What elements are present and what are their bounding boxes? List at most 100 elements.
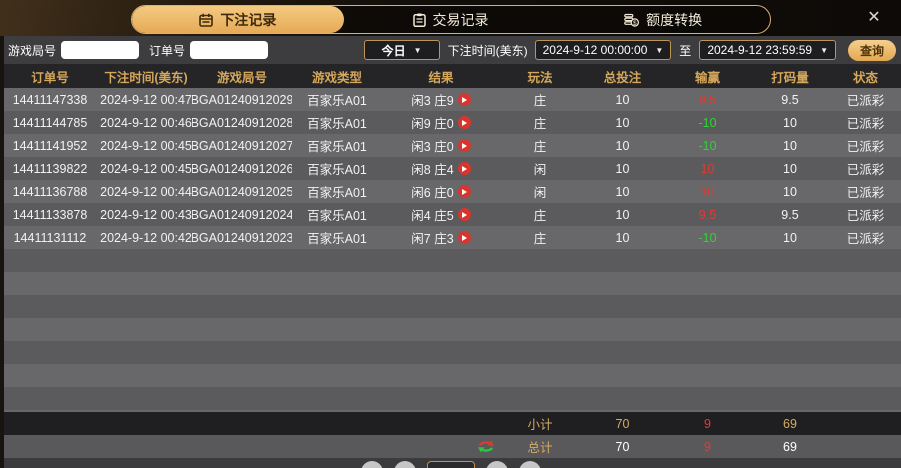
cell-order: 14411147338 <box>12 92 88 107</box>
play-video-icon[interactable] <box>457 162 471 175</box>
chevron-down-icon: ▼ <box>820 45 828 55</box>
tab-label: 额度转换 <box>646 11 703 28</box>
total-bet: 70 <box>615 439 630 454</box>
chevron-down-icon: ▼ <box>413 45 422 55</box>
cell-round: BGA01240912027 <box>192 138 292 153</box>
cell-order: 14411139822 <box>12 161 88 176</box>
cell-result: 闲6 庄0 <box>382 180 500 203</box>
cell-total-bet: 10 <box>615 115 630 130</box>
tab-transaction-records[interactable]: 交易记录 <box>344 6 557 33</box>
bet-records-modal: 下注记录 交易记录 $ 额度转换 ✕ 游戏局号 订单号 今日 ▼ 下注时间(美东… <box>0 0 901 468</box>
page-number-input[interactable] <box>426 461 475 468</box>
cell-result: 闲3 庄0 <box>382 134 500 157</box>
total-winloss: 9 <box>704 439 711 454</box>
cell-play: 闲 <box>533 163 547 177</box>
cell-game-type: 百家乐A01 <box>307 163 367 177</box>
col-header-total-bet: 总投注 <box>603 70 642 85</box>
filter-bar: 游戏局号 订单号 今日 ▼ 下注时间(美东) 2024-9-12 00:00:0… <box>0 36 901 64</box>
cell-time: 2024-9-12 00:43 <box>100 207 192 222</box>
play-video-icon[interactable] <box>457 93 471 106</box>
subtotal-winloss: 9 <box>704 416 711 431</box>
top-tab-bar: 下注记录 交易记录 $ 额度转换 ✕ <box>0 0 901 36</box>
cell-game-type: 百家乐A01 <box>307 186 367 200</box>
result-text: 闲7 庄3 <box>411 232 454 246</box>
cell-turnover: 10 <box>783 184 797 199</box>
cell-order: 14411141952 <box>12 138 88 153</box>
refresh-icon[interactable] <box>478 439 494 454</box>
tab-label: 交易记录 <box>432 11 489 28</box>
prev-page-button[interactable] <box>393 461 416 468</box>
col-header-round: 游戏局号 <box>216 70 267 85</box>
cell-turnover: 10 <box>783 161 797 176</box>
query-button[interactable]: 查询 <box>848 39 896 61</box>
cell-round: BGA01240912029 <box>192 92 292 107</box>
cell-status: 已派彩 <box>846 186 885 200</box>
col-header-order: 订单号 <box>31 70 69 85</box>
table-empty-area <box>0 249 901 412</box>
tab-label: 下注记录 <box>220 11 277 28</box>
col-header-turnover: 打码量 <box>771 70 809 85</box>
subtotal-label: 小计 <box>527 418 553 432</box>
result-text: 闲9 庄0 <box>411 117 454 131</box>
cell-total-bet: 10 <box>615 92 630 107</box>
calendar-icon <box>199 13 214 27</box>
last-page-button[interactable] <box>518 461 541 468</box>
cell-time: 2024-9-12 00:45 <box>100 138 192 153</box>
tab-credit-conversion[interactable]: $ 额度转换 <box>557 6 770 33</box>
result-text: 闲3 庄9 <box>411 94 454 108</box>
cell-round: BGA01240912024 <box>192 207 292 222</box>
cell-total-bet: 10 <box>615 161 630 176</box>
cell-play: 庄 <box>533 209 547 223</box>
start-time-select[interactable]: 2024-9-12 00:00:00 ▼ <box>534 40 672 60</box>
play-video-icon[interactable] <box>457 208 471 221</box>
play-video-icon[interactable] <box>457 231 471 244</box>
table-row: 14411131112 2024-9-12 00:42 BGA01240912023… <box>0 226 901 249</box>
cell-round: BGA01240912023 <box>192 230 292 245</box>
cell-win-loss: 9.5 <box>698 207 717 222</box>
col-header-winloss: 输赢 <box>694 70 720 85</box>
cell-game-type: 百家乐A01 <box>307 209 367 223</box>
cell-game-type: 百家乐A01 <box>307 117 367 131</box>
cell-game-type: 百家乐A01 <box>307 140 367 154</box>
cell-turnover: 9.5 <box>781 92 799 107</box>
total-label: 总计 <box>527 441 553 455</box>
play-video-icon[interactable] <box>457 185 471 198</box>
close-icon[interactable]: ✕ <box>865 9 883 27</box>
date-range-select[interactable]: 今日 ▼ <box>363 40 440 60</box>
next-page-button[interactable] <box>485 461 508 468</box>
cell-status: 已派彩 <box>846 209 885 223</box>
first-page-button[interactable] <box>360 461 383 468</box>
order-no-input[interactable] <box>190 41 269 59</box>
game-round-input[interactable] <box>61 41 140 59</box>
tab-bet-records[interactable]: 下注记录 <box>131 6 345 33</box>
col-header-play: 玩法 <box>527 70 553 85</box>
result-text: 闲4 庄5 <box>411 209 454 223</box>
cell-order: 14411133878 <box>12 207 88 222</box>
cell-round: BGA01240912025 <box>192 184 292 199</box>
cell-result: 闲7 庄3 <box>382 226 500 249</box>
result-text: 闲3 庄0 <box>411 140 454 154</box>
cell-win-loss: -10 <box>698 230 717 245</box>
cell-total-bet: 10 <box>615 184 630 199</box>
cell-result: 闲3 庄9 <box>382 88 500 111</box>
svg-text:$: $ <box>633 19 637 26</box>
play-video-icon[interactable] <box>457 139 471 152</box>
cell-total-bet: 10 <box>615 207 630 222</box>
col-header-result: 结果 <box>428 70 454 85</box>
cell-win-loss: 9.5 <box>698 92 717 107</box>
cell-win-loss: 10 <box>700 184 715 199</box>
cell-play: 庄 <box>533 232 547 246</box>
end-time-select[interactable]: 2024-9-12 23:59:59 ▼ <box>699 40 836 60</box>
cell-play: 庄 <box>533 117 547 131</box>
cell-result: 闲9 庄0 <box>382 111 500 134</box>
game-round-label: 游戏局号 <box>8 43 57 58</box>
subtotal-bet: 70 <box>615 416 630 431</box>
table-row: 14411136788 2024-9-12 00:44 BGA01240912025… <box>0 180 901 203</box>
left-edge-strip <box>0 36 4 468</box>
cell-win-loss: -10 <box>698 115 717 130</box>
play-video-icon[interactable] <box>457 116 471 129</box>
cell-result: 闲8 庄4 <box>382 157 500 180</box>
clipboard-icon <box>412 13 426 27</box>
col-header-status: 状态 <box>852 70 878 85</box>
bet-time-label: 下注时间(美东) <box>447 43 528 58</box>
